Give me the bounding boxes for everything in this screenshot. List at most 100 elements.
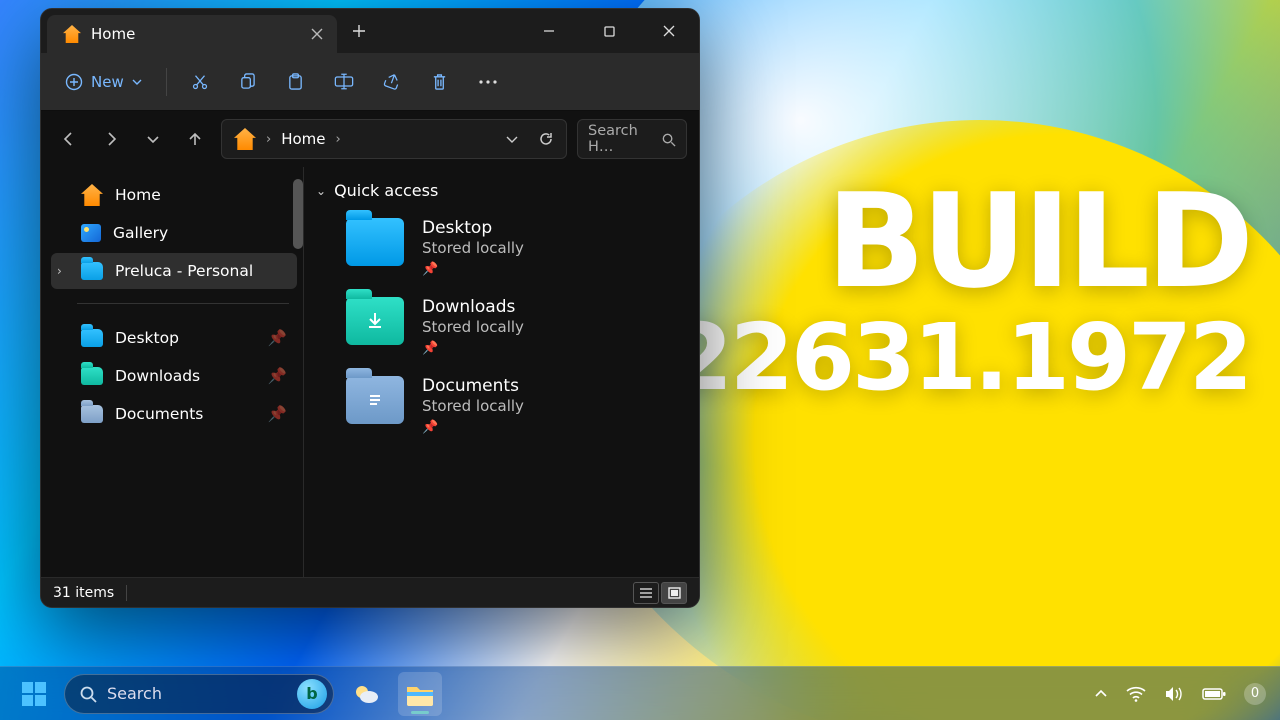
weather-icon — [352, 682, 380, 706]
sidebar-item-label: Documents — [115, 405, 203, 423]
item-subtitle: Stored locally — [422, 318, 524, 337]
home-icon — [234, 128, 256, 150]
new-tab-button[interactable] — [337, 9, 381, 53]
address-bar[interactable]: › Home › — [221, 119, 567, 159]
window-close-button[interactable] — [639, 9, 699, 53]
folder-icon — [81, 367, 103, 385]
breadcrumb-separator: › — [266, 132, 271, 147]
details-view-button[interactable] — [633, 582, 659, 604]
search-placeholder: Search H… — [588, 123, 655, 155]
group-header-quick-access[interactable]: ⌄ Quick access — [304, 177, 693, 208]
chevron-down-icon — [132, 77, 142, 87]
copy-icon — [239, 73, 256, 90]
pin-icon: 📌 — [422, 262, 524, 277]
taskbar-file-explorer[interactable] — [398, 672, 442, 716]
onedrive-folder-icon — [81, 262, 103, 280]
taskbar-search-label: Search — [107, 684, 162, 703]
overlay-line2: 22631.1972 — [669, 304, 1250, 411]
up-button[interactable] — [179, 123, 211, 155]
search-icon — [661, 132, 676, 147]
tab-home[interactable]: Home — [47, 15, 337, 53]
plus-circle-icon — [65, 73, 83, 91]
search-icon — [79, 685, 97, 703]
folder-icon — [346, 376, 404, 424]
sidebar-item-label: Downloads — [115, 367, 200, 385]
tray-overflow-button[interactable] — [1094, 687, 1108, 701]
tab-title: Home — [91, 25, 135, 43]
cut-button[interactable] — [179, 63, 221, 101]
breadcrumb-location[interactable]: Home — [281, 130, 325, 148]
system-tray: 0 — [1094, 683, 1266, 705]
notification-count-badge[interactable]: 0 — [1244, 683, 1266, 705]
refresh-button[interactable] — [538, 131, 554, 147]
clipboard-icon — [287, 73, 304, 91]
chevron-down-icon: ⌄ — [316, 184, 326, 198]
toolbar-separator — [166, 68, 167, 96]
maximize-button[interactable] — [579, 9, 639, 53]
sidebar-item-label: Home — [115, 186, 161, 204]
home-icon — [81, 184, 103, 206]
sidebar-item-label: Preluca - Personal — [115, 262, 253, 280]
item-documents[interactable]: Documents Stored locally 📌 — [304, 366, 693, 445]
new-button[interactable]: New — [53, 67, 154, 97]
battery-icon[interactable] — [1202, 687, 1226, 701]
pin-icon: 📌 — [268, 367, 287, 385]
sidebar-item-desktop[interactable]: Desktop 📌 — [51, 320, 297, 356]
folder-icon — [81, 405, 103, 423]
command-bar: New — [41, 53, 699, 111]
rename-icon — [334, 73, 354, 90]
taskbar-weather[interactable] — [344, 672, 388, 716]
sidebar-item-label: Gallery — [113, 224, 168, 242]
forward-button[interactable] — [95, 123, 127, 155]
sidebar-item-documents[interactable]: Documents 📌 — [51, 396, 297, 432]
paste-button[interactable] — [275, 63, 317, 101]
sidebar-item-downloads[interactable]: Downloads 📌 — [51, 358, 297, 394]
start-button[interactable] — [14, 674, 54, 714]
folder-icon — [346, 218, 404, 266]
volume-icon[interactable] — [1164, 686, 1184, 702]
sidebar-item-home[interactable]: Home — [51, 177, 297, 213]
sidebar-divider — [77, 303, 289, 304]
more-button[interactable] — [467, 63, 509, 101]
breadcrumb-separator: › — [336, 132, 341, 147]
address-dropdown-button[interactable] — [506, 133, 518, 145]
item-name: Desktop — [422, 218, 524, 239]
taskbar: Search b 0 — [0, 666, 1280, 720]
navigation-pane: Home Gallery › Preluca - Personal Deskto… — [41, 167, 303, 577]
item-count-label: 31 items — [53, 585, 114, 601]
download-glyph-icon — [346, 297, 404, 345]
minimize-button[interactable] — [519, 9, 579, 53]
rename-button[interactable] — [323, 63, 365, 101]
delete-button[interactable] — [419, 63, 461, 101]
recent-locations-button[interactable] — [137, 123, 169, 155]
home-icon — [63, 25, 81, 43]
expand-icon[interactable]: › — [57, 264, 62, 278]
large-icons-view-button[interactable] — [661, 582, 687, 604]
back-button[interactable] — [53, 123, 85, 155]
group-label: Quick access — [334, 181, 438, 200]
sidebar-item-label: Desktop — [115, 329, 179, 347]
titlebar: Home — [41, 9, 699, 53]
search-box[interactable]: Search H… — [577, 119, 687, 159]
item-name: Documents — [422, 376, 524, 397]
item-downloads[interactable]: Downloads Stored locally 📌 — [304, 287, 693, 366]
tab-close-button[interactable] — [311, 28, 323, 40]
pin-icon: 📌 — [268, 405, 287, 423]
file-explorer-window: Home New — [40, 8, 700, 608]
folder-icon — [81, 329, 103, 347]
share-icon — [383, 73, 401, 90]
share-button[interactable] — [371, 63, 413, 101]
ellipsis-icon — [478, 79, 498, 85]
file-explorer-icon — [405, 681, 435, 707]
gallery-icon — [81, 224, 101, 242]
windows-logo-icon — [22, 682, 46, 706]
sidebar-item-gallery[interactable]: Gallery — [51, 215, 297, 251]
content-pane: ⌄ Quick access Desktop Stored locally 📌 … — [303, 167, 699, 577]
item-desktop[interactable]: Desktop Stored locally 📌 — [304, 208, 693, 287]
item-subtitle: Stored locally — [422, 397, 524, 416]
taskbar-search[interactable]: Search b — [64, 674, 334, 714]
copy-button[interactable] — [227, 63, 269, 101]
wifi-icon[interactable] — [1126, 686, 1146, 702]
sidebar-item-personal[interactable]: › Preluca - Personal — [51, 253, 297, 289]
pin-icon: 📌 — [268, 329, 287, 347]
